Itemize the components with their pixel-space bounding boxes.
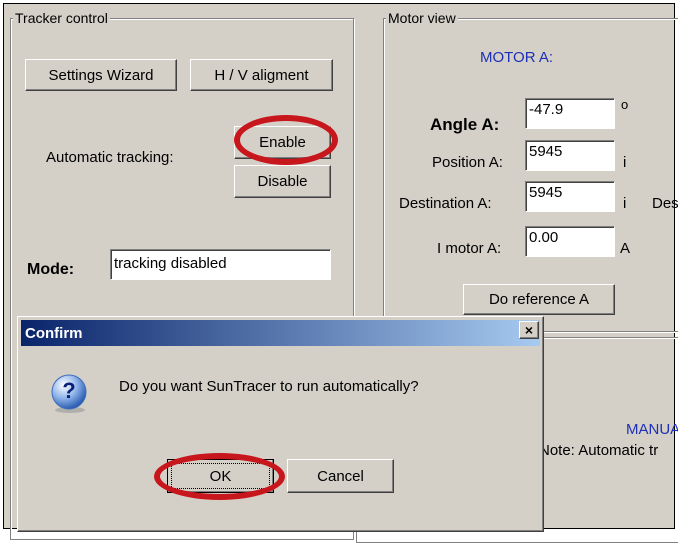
mode-field[interactable]: tracking disabled bbox=[110, 249, 331, 280]
confirm-dialog: Confirm × ? Do you want SunTracer to run… bbox=[17, 316, 544, 532]
destination-label: Destination A: bbox=[399, 195, 492, 212]
current-label: I motor A: bbox=[437, 240, 502, 257]
position-field[interactable]: 5945 bbox=[525, 140, 615, 171]
angle-label: Angle A: bbox=[430, 115, 500, 134]
destination-unit: i bbox=[623, 195, 627, 212]
mode-label: Mode: bbox=[27, 261, 75, 278]
dialog-message: Do you want SunTracer to run automatical… bbox=[119, 378, 419, 395]
ok-button[interactable]: OK bbox=[167, 459, 274, 493]
close-button[interactable]: × bbox=[519, 321, 539, 339]
current-field[interactable]: 0.00 bbox=[525, 226, 615, 257]
automatic-tracking-label: Automatic tracking: bbox=[46, 149, 174, 166]
angle-field[interactable]: -47.9 bbox=[525, 98, 615, 129]
current-unit: A bbox=[620, 240, 631, 257]
position-label: Position A: bbox=[432, 154, 503, 171]
dialog-title: Confirm bbox=[25, 324, 83, 342]
note-text: Note: Automatic tr bbox=[539, 442, 659, 459]
position-unit: i bbox=[623, 154, 627, 171]
enable-button[interactable]: Enable bbox=[234, 126, 331, 159]
cancel-button[interactable]: Cancel bbox=[287, 459, 394, 493]
destination-field[interactable]: 5945 bbox=[525, 181, 615, 212]
close-icon: × bbox=[524, 322, 534, 338]
motor-heading: MOTOR A: bbox=[480, 49, 554, 66]
settings-wizard-button[interactable]: Settings Wizard bbox=[25, 59, 177, 91]
angle-unit: o bbox=[621, 97, 629, 112]
manual-text: MANUA bbox=[626, 421, 678, 438]
tracker-control-legend: Tracker control bbox=[13, 10, 110, 26]
destination-cut-text: Des bbox=[652, 195, 678, 212]
disable-button[interactable]: Disable bbox=[234, 165, 331, 198]
motor-view-legend: Motor view bbox=[386, 10, 458, 26]
question-icon: ? bbox=[49, 373, 89, 413]
main-window: Tracker control Settings Wizard H / V al… bbox=[3, 3, 678, 543]
do-reference-button[interactable]: Do reference A bbox=[463, 284, 615, 315]
question-glyph: ? bbox=[62, 378, 76, 403]
hv-alignment-button[interactable]: H / V aligment bbox=[190, 59, 333, 91]
dialog-titlebar: Confirm bbox=[21, 320, 540, 346]
